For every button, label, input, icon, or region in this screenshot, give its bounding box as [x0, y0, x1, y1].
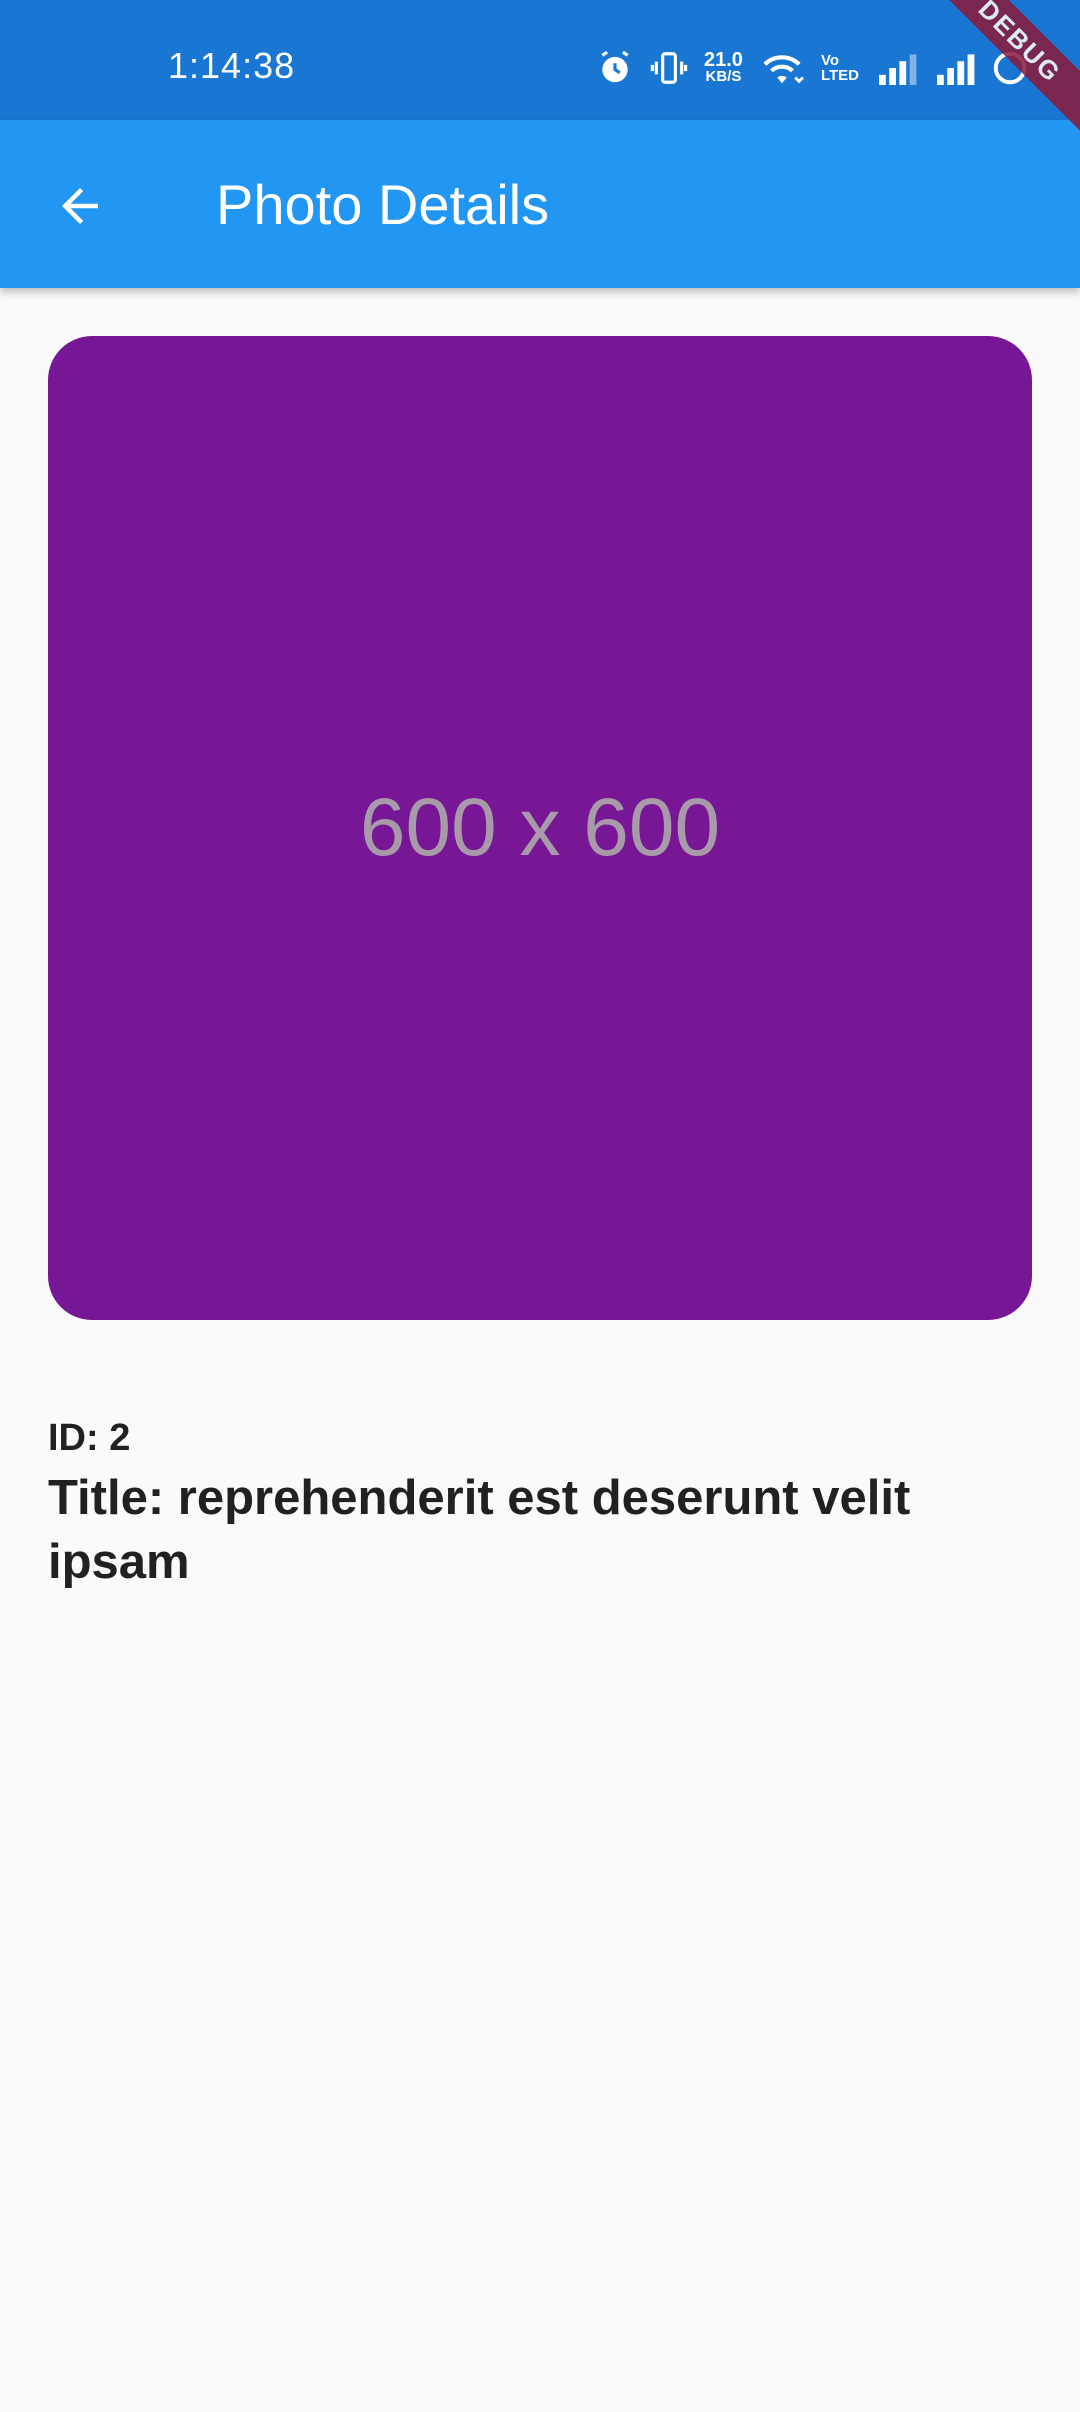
photo-id: ID: 2: [48, 1417, 131, 1459]
photo-placeholder-text: 600 x 600: [359, 782, 721, 873]
status-icons: 21.0 KB/S Vo LTED: [596, 46, 1029, 90]
volte-bottom: LTED: [820, 67, 859, 84]
net-speed-value: 21.0: [704, 49, 743, 71]
wifi-icon: [763, 55, 804, 84]
status-bar: 1:14:38 21.0 KB/S Vo LTED: [0, 0, 1080, 120]
page-title: Photo Details: [216, 173, 550, 236]
photo-image: 600 x 600: [48, 336, 1032, 1320]
arrow-back-icon: [62, 188, 98, 224]
alarm-icon: [601, 50, 629, 83]
signal-icon: [879, 54, 917, 85]
volte-icon: Vo LTED: [821, 53, 859, 83]
status-time: 1:14:38: [168, 45, 296, 86]
app-bar: Photo Details: [0, 120, 1080, 288]
photo-title: Title: reprehenderit est deserunt velit …: [48, 1471, 911, 1589]
net-speed: 21.0 KB/S: [704, 49, 743, 85]
vibrate-icon: [650, 52, 688, 84]
back-button[interactable]: [40, 166, 120, 246]
signal-icon: [937, 54, 975, 85]
volte-top: Vo: [820, 52, 839, 69]
net-speed-unit: KB/S: [705, 68, 742, 85]
